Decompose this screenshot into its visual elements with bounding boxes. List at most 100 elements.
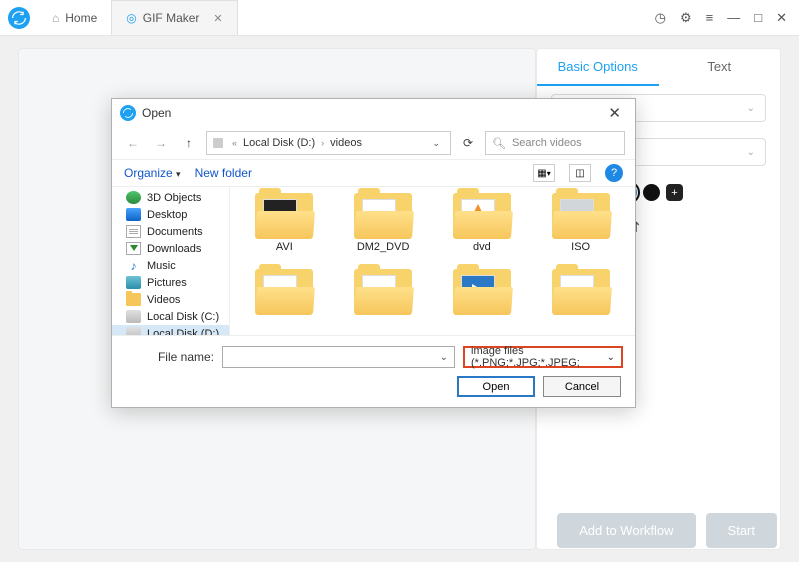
breadcrumb-sep-icon: «	[232, 138, 237, 148]
tree-item[interactable]: Documents	[112, 223, 229, 240]
filter-value: image files (*.PNG;*.JPG;*.JPEG;	[471, 345, 607, 369]
open-dialog: Open ✕ ← → ↑ « Local Disk (D:) › videos …	[111, 98, 636, 408]
chevron-down-icon: ⌄	[747, 103, 755, 114]
open-button[interactable]: Open	[457, 376, 535, 397]
swatch-black[interactable]	[643, 184, 660, 201]
nav-up-icon[interactable]: ↑	[178, 132, 200, 154]
settings-icon[interactable]: ⚙	[680, 10, 692, 26]
nav-back-icon[interactable]: ←	[122, 132, 144, 154]
organize-menu[interactable]: Organize ▾	[124, 166, 181, 180]
tree-item-label: Music	[147, 260, 176, 272]
pic-icon	[126, 276, 141, 289]
breadcrumb-drive[interactable]: Local Disk (D:)	[243, 137, 315, 149]
folder-icon	[255, 193, 313, 239]
filename-input[interactable]: ⌄	[222, 346, 455, 368]
tree-item-label: Pictures	[147, 277, 187, 289]
search-input[interactable]: 🔍︎ Search videos	[485, 131, 625, 155]
home-icon: ⌂	[52, 11, 59, 25]
file-item[interactable]: DM2_DVD	[337, 193, 430, 265]
tree-item-label: Documents	[147, 226, 203, 238]
breadcrumb-folder[interactable]: videos	[330, 137, 362, 149]
file-item[interactable]	[534, 269, 627, 329]
tree-item[interactable]: Videos	[112, 291, 229, 308]
tab-close-icon[interactable]: ✕	[213, 12, 222, 25]
file-label: ISO	[571, 241, 590, 253]
tree-item[interactable]: Local Disk (D:)	[112, 325, 229, 335]
tab-home-label: Home	[65, 11, 97, 25]
preview-pane-button[interactable]: ◫	[569, 164, 591, 182]
file-label: dvd	[473, 241, 491, 253]
footer-buttons: Add to Workflow Start	[557, 513, 777, 548]
title-actions: ◷ ⚙ ≡ — □ ✕	[655, 10, 799, 26]
folder-icon	[453, 193, 511, 239]
dialog-titlebar: Open ✕	[112, 99, 635, 127]
app-logo-icon	[8, 7, 30, 29]
blue-mon	[126, 208, 141, 221]
breadcrumb[interactable]: « Local Disk (D:) › videos ⌄	[206, 131, 451, 155]
tab-text[interactable]: Text	[659, 49, 781, 86]
file-grid[interactable]: AVI DM2_DVD dvd ISO	[230, 187, 635, 335]
file-item[interactable]	[337, 269, 430, 329]
view-mode-button[interactable]: ▦ ▾	[533, 164, 555, 182]
tree-item-label: Desktop	[147, 209, 187, 221]
tree-item[interactable]: 3D Objects	[112, 189, 229, 206]
file-label: AVI	[276, 241, 293, 253]
tree-item[interactable]: Desktop	[112, 206, 229, 223]
start-button[interactable]: Start	[706, 513, 777, 548]
add-workflow-button[interactable]: Add to Workflow	[557, 513, 695, 548]
swatch-add[interactable]: +	[666, 184, 683, 201]
cancel-button[interactable]: Cancel	[543, 376, 621, 397]
folder-icon	[354, 269, 412, 315]
nav-forward-icon[interactable]: →	[150, 132, 172, 154]
doc-lines	[126, 225, 141, 238]
tab-home[interactable]: ⌂ Home	[38, 0, 111, 35]
green3d	[126, 191, 141, 204]
new-folder-button[interactable]: New folder	[195, 166, 252, 180]
maximize-icon[interactable]: □	[754, 10, 762, 25]
tree-item[interactable]: Downloads	[112, 240, 229, 257]
folder-icon	[453, 269, 511, 315]
titlebar: ⌂ Home ◎ GIF Maker ✕ ◷ ⚙ ≡ — □ ✕	[0, 0, 799, 36]
folder-icon	[552, 269, 610, 315]
file-label: DM2_DVD	[357, 241, 410, 253]
dialog-close-icon[interactable]: ✕	[602, 102, 627, 124]
help-icon[interactable]: ?	[605, 164, 623, 182]
file-item[interactable]: ISO	[534, 193, 627, 265]
chevron-down-icon: ⌄	[607, 352, 615, 363]
tree-item[interactable]: ♪ Music	[112, 257, 229, 274]
refresh-icon[interactable]: ⟳	[457, 136, 479, 150]
file-item[interactable]	[436, 269, 529, 329]
tab-gif-label: GIF Maker	[143, 11, 200, 25]
tree-item-label: Downloads	[147, 243, 201, 255]
folder-icon	[126, 293, 141, 306]
file-item[interactable]: dvd	[436, 193, 529, 265]
breadcrumb-dropdown-icon[interactable]: ⌄	[428, 138, 444, 149]
caret-down-icon: ▾	[176, 169, 181, 179]
tab-gif-maker[interactable]: ◎ GIF Maker ✕	[111, 0, 237, 35]
history-icon[interactable]: ◷	[655, 10, 666, 26]
folder-icon	[552, 193, 610, 239]
down-arrow	[126, 242, 141, 255]
nav-tree[interactable]: 3D Objects Desktop Documents Downloads ♪ Musi…	[112, 187, 230, 335]
dialog-title: Open	[142, 106, 171, 120]
drive-icon	[126, 310, 141, 323]
drive-icon	[213, 138, 223, 148]
tree-item-label: 3D Objects	[147, 192, 201, 204]
filename-label: File name:	[124, 350, 214, 364]
breadcrumb-sep-icon: ›	[321, 138, 324, 148]
file-type-filter[interactable]: image files (*.PNG;*.JPG;*.JPEG; ⌄	[463, 346, 623, 368]
tree-item-label: Videos	[147, 294, 180, 306]
file-item[interactable]	[238, 269, 331, 329]
tree-item[interactable]: Pictures	[112, 274, 229, 291]
menu-icon[interactable]: ≡	[706, 10, 714, 25]
tree-item[interactable]: Local Disk (C:)	[112, 308, 229, 325]
chevron-down-icon[interactable]: ⌄	[440, 352, 448, 363]
tree-item-label: Local Disk (C:)	[147, 311, 219, 323]
music-note: ♪	[126, 259, 141, 272]
minimize-icon[interactable]: —	[727, 10, 740, 25]
file-item[interactable]: AVI	[238, 193, 331, 265]
tab-basic-options[interactable]: Basic Options	[537, 49, 659, 86]
search-icon: 🔍︎	[492, 137, 506, 150]
folder-icon	[354, 193, 412, 239]
close-icon[interactable]: ✕	[776, 10, 787, 26]
